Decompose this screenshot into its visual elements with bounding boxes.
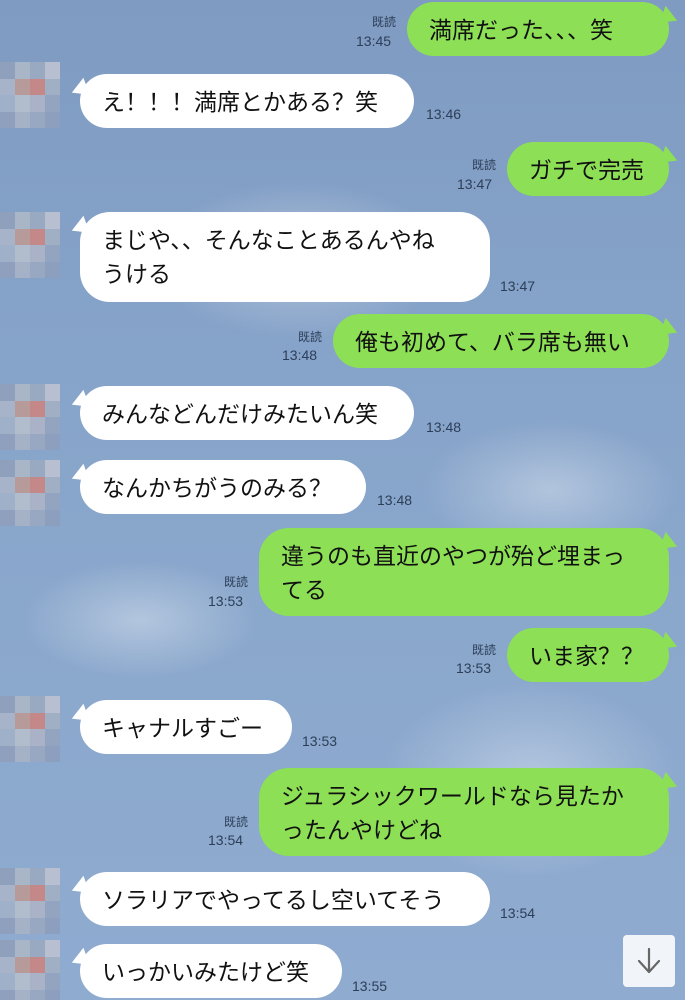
- message-time: 13:53: [456, 660, 492, 676]
- scroll-to-bottom-button[interactable]: [623, 935, 675, 987]
- read-receipt: 既読: [223, 815, 248, 829]
- message-time: 13:53: [208, 593, 244, 609]
- avatar[interactable]: [0, 696, 60, 762]
- read-receipt: 既読: [371, 15, 396, 29]
- read-receipt: 既読: [297, 330, 322, 344]
- avatar[interactable]: [0, 460, 60, 526]
- message-time: 13:47: [500, 278, 536, 294]
- message-time: 13:55: [352, 978, 388, 994]
- message-bubble[interactable]: 満席だった、、、笑: [407, 2, 669, 56]
- message-bubble[interactable]: 違うのも直近のやつが殆ど埋まっ てる: [259, 528, 669, 616]
- message-bubble[interactable]: なんかちがうのみる？: [80, 460, 366, 514]
- avatar[interactable]: [0, 62, 60, 128]
- message-time: 13:54: [500, 905, 536, 921]
- message-bubble[interactable]: いま家？？: [507, 628, 669, 682]
- avatar[interactable]: [0, 940, 60, 1000]
- message-time: 13:48: [282, 347, 318, 363]
- message-bubble[interactable]: え！！！満席とかある？笑: [80, 74, 414, 128]
- read-receipt: 既読: [471, 643, 496, 657]
- message-time: 13:48: [377, 492, 413, 508]
- message-bubble[interactable]: いっかいみたけど笑: [80, 944, 342, 998]
- message-time: 13:47: [457, 176, 493, 192]
- message-bubble[interactable]: 俺も初めて、バラ席も無い: [333, 314, 669, 368]
- avatar[interactable]: [0, 868, 60, 934]
- avatar[interactable]: [0, 384, 60, 450]
- message-bubble[interactable]: ジュラシックワールドなら見たか ったんやけどね: [259, 768, 669, 856]
- message-bubble[interactable]: ソラリアでやってるし空いてそう: [80, 872, 490, 926]
- message-bubble[interactable]: みんなどんだけみたいん笑: [80, 386, 414, 440]
- arrow-down-icon: [637, 947, 661, 974]
- message-bubble[interactable]: キャナルすごー: [80, 700, 292, 754]
- message-time: 13:53: [302, 733, 338, 749]
- avatar[interactable]: [0, 212, 60, 278]
- message-bubble[interactable]: ガチで完売: [507, 142, 669, 196]
- message-time: 13:54: [208, 832, 244, 848]
- message-time: 13:46: [426, 106, 462, 122]
- message-time: 13:45: [356, 33, 392, 49]
- read-receipt: 既読: [471, 158, 496, 172]
- message-time: 13:48: [426, 419, 462, 435]
- message-bubble[interactable]: まじや、、そんなことあるんやね うける: [80, 212, 490, 302]
- read-receipt: 既読: [223, 575, 248, 589]
